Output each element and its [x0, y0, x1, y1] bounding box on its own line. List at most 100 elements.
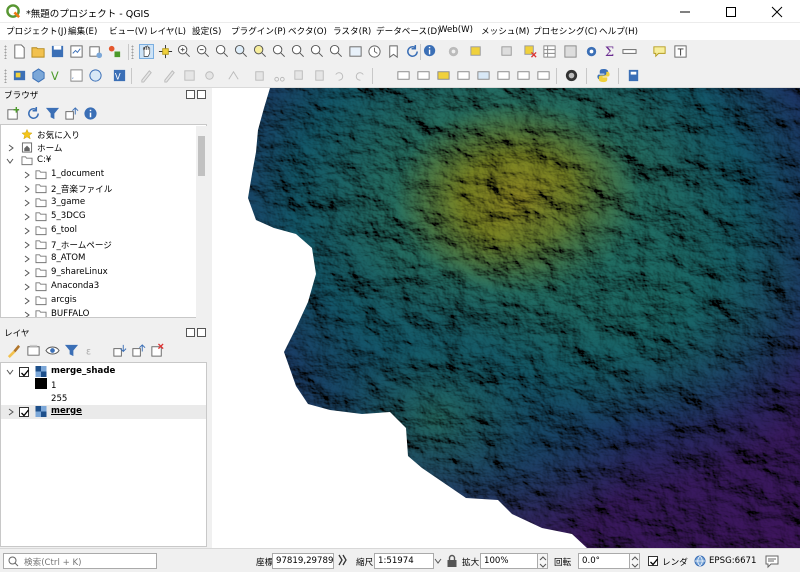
coordinate-field[interactable]: 97819,29789 [272, 553, 334, 569]
select-features-icon[interactable] [469, 44, 484, 59]
chevron-right-icon[interactable] [23, 212, 31, 222]
chevron-right-icon[interactable] [23, 282, 31, 292]
filter-legend-icon[interactable] [64, 343, 79, 358]
refresh-icon[interactable] [405, 44, 420, 59]
menu-help[interactable]: ヘルプ(H) [599, 25, 638, 37]
menu-project[interactable]: プロジェクト(J) [6, 25, 67, 37]
new-geopackage-layer-icon[interactable] [31, 68, 46, 83]
cut-features-icon[interactable] [272, 68, 287, 83]
measure-line-icon[interactable] [622, 44, 637, 59]
add-wms-layer-icon[interactable]: V [112, 68, 127, 83]
menu-settings[interactable]: 設定(S) [192, 25, 221, 37]
magnifier-spin-buttons[interactable] [538, 553, 548, 569]
menu-mesh[interactable]: メッシュ(M) [481, 25, 530, 37]
magnifier-spinbox[interactable]: 100% [480, 553, 538, 569]
toolbar-grip[interactable] [4, 69, 7, 83]
identify-features-icon[interactable] [423, 44, 438, 59]
label-toolbar-icon[interactable] [396, 68, 411, 83]
add-layer-icon[interactable] [6, 106, 21, 121]
chevron-down-icon[interactable] [434, 558, 442, 564]
text-annotation-icon[interactable]: T [673, 44, 688, 59]
plugin-car-icon[interactable] [564, 68, 579, 83]
statistical-summary-icon[interactable]: Σ [603, 44, 618, 59]
temporal-controller-icon[interactable] [367, 44, 382, 59]
layer-visibility-checkbox[interactable] [19, 407, 30, 417]
panel-float-button[interactable] [186, 90, 195, 99]
close-button[interactable] [754, 0, 800, 23]
map-canvas[interactable] [212, 88, 800, 548]
pin-labels-icon[interactable] [416, 68, 431, 83]
info-icon[interactable] [83, 106, 98, 121]
maximize-button[interactable] [708, 0, 754, 23]
menu-database[interactable]: データベース(D) [376, 25, 440, 37]
manage-visibility-eye-icon[interactable] [45, 343, 60, 358]
rotation-spinbox[interactable]: 0.0° [578, 553, 630, 569]
zoom-to-layer-icon[interactable] [272, 44, 287, 59]
menu-web[interactable]: Web(W) [439, 25, 473, 35]
collapse-all-icon[interactable] [64, 106, 79, 121]
collapse-all-icon[interactable] [131, 343, 146, 358]
field-calculator-icon[interactable] [563, 44, 578, 59]
chevron-right-icon[interactable] [7, 407, 15, 417]
zoom-to-selection-icon[interactable] [253, 44, 268, 59]
refresh-icon[interactable] [26, 106, 41, 121]
menu-processing[interactable]: プロセシング(C) [533, 25, 597, 37]
lock-icon[interactable] [446, 554, 458, 568]
layer-styling-brush-icon[interactable] [6, 343, 21, 358]
menu-edit[interactable]: 編集(E) [68, 25, 97, 37]
bookmark-icon[interactable] [386, 44, 401, 59]
redo-icon[interactable] [352, 68, 367, 83]
menu-vector[interactable]: ベクタ(O) [288, 25, 327, 37]
add-group-icon[interactable] [26, 343, 41, 358]
locator-search-input[interactable]: 検索(Ctrl + K) [3, 553, 157, 569]
render-checkbox[interactable] [648, 556, 659, 566]
zoom-last-icon[interactable] [310, 44, 325, 59]
save-project-icon[interactable] [50, 44, 65, 59]
show-hide-labels-icon[interactable] [456, 68, 471, 83]
chevron-right-icon[interactable] [23, 296, 31, 306]
style-manager-icon[interactable] [107, 44, 122, 59]
add-vector-layer-icon[interactable]: V [50, 68, 65, 83]
rotation-spin-buttons[interactable] [630, 553, 640, 569]
zoom-rubberband-icon[interactable] [215, 44, 230, 59]
add-feature-icon[interactable] [202, 68, 217, 83]
panel-close-button[interactable] [197, 90, 206, 99]
chevron-right-icon[interactable] [23, 310, 31, 318]
python-console-icon[interactable] [596, 68, 611, 83]
minimize-button[interactable] [662, 0, 708, 23]
pan-to-selection-icon[interactable] [158, 44, 173, 59]
layout-manager-icon[interactable] [88, 44, 103, 59]
chevron-down-icon[interactable] [6, 367, 14, 377]
open-attribute-table-icon[interactable] [542, 44, 557, 59]
browser-scrollbar[interactable] [196, 126, 207, 318]
toggle-editing-icon[interactable] [162, 68, 177, 83]
plugin-book-icon[interactable] [626, 68, 641, 83]
pan-hand-icon[interactable] [139, 44, 154, 59]
map-tips-icon[interactable] [652, 44, 667, 59]
zoom-native-icon[interactable] [291, 44, 306, 59]
crs-globe-icon[interactable] [694, 555, 706, 567]
menu-plugins[interactable]: プラグイン(P) [231, 25, 286, 37]
chevron-down-icon[interactable] [6, 156, 14, 166]
run-feature-action-icon[interactable] [446, 44, 461, 59]
toolbar-grip[interactable] [131, 45, 134, 59]
remove-layer-icon[interactable] [150, 343, 165, 358]
new-map-view-icon[interactable] [348, 44, 363, 59]
zoom-next-icon[interactable] [329, 44, 344, 59]
toolbox-gear-icon[interactable] [584, 44, 599, 59]
label-properties-icon[interactable] [536, 68, 551, 83]
extents-toggle-icon[interactable] [336, 554, 350, 568]
delete-selected-icon[interactable] [252, 68, 267, 83]
select-by-value-icon[interactable] [500, 44, 515, 59]
message-log-icon[interactable] [764, 553, 780, 569]
chevron-right-icon[interactable] [23, 170, 31, 180]
zoom-full-icon[interactable] [234, 44, 249, 59]
scale-combobox[interactable]: 1:51974 [374, 553, 434, 569]
chevron-right-icon[interactable] [23, 198, 31, 208]
zoom-out-icon[interactable] [196, 44, 211, 59]
add-csv-layer-icon[interactable]: , [69, 68, 84, 83]
chevron-right-icon[interactable] [23, 254, 31, 264]
highlight-pinned-icon[interactable] [436, 68, 451, 83]
menu-raster[interactable]: ラスタ(R) [333, 25, 371, 37]
menu-view[interactable]: ビュー(V) [109, 25, 147, 37]
